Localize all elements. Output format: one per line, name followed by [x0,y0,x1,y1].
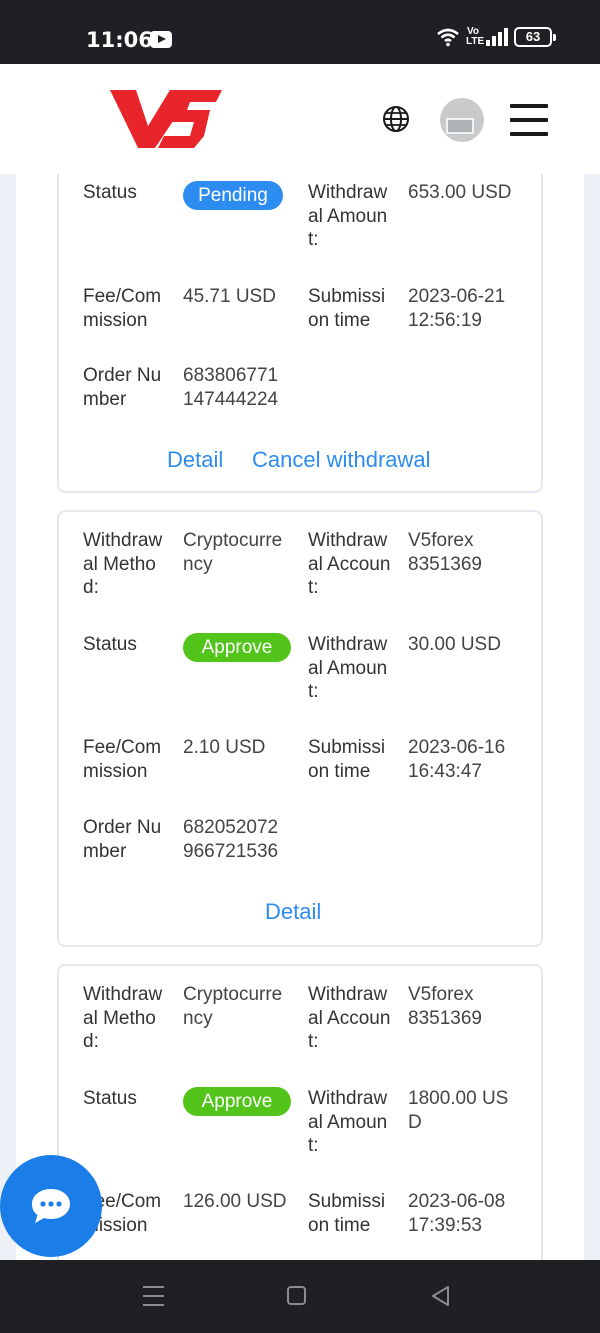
withdrawal-amount-label: Withdraw al Amoun t: [308,634,388,702]
language-button[interactable] [382,105,410,138]
fee-value: 45.71 USD [183,286,276,307]
globe-icon [383,106,409,132]
withdrawal-amount-value: 1800.00 US D [408,1088,509,1133]
withdrawal-account-label: Withdraw al Accoun t: [308,530,391,598]
withdrawal-account-value: V5forex 8351369 [408,530,482,575]
order-number-value: 683806771 147444224 [183,365,279,410]
battery-level: 63 [525,29,541,44]
cancel-withdrawal-link[interactable]: Cancel withdrawal [252,447,431,473]
fee-value: 2.10 USD [183,737,266,758]
status-badge: Approve [183,633,291,662]
avatar-placeholder-image [446,118,474,134]
detail-link[interactable]: Detail [167,447,223,473]
hamburger-menu-icon[interactable] [510,104,548,136]
home-button[interactable] [287,1286,306,1305]
wifi-icon [437,28,459,47]
withdrawal-account-label: Withdraw al Accoun t: [308,984,391,1052]
chat-button[interactable] [0,1155,102,1257]
withdrawal-record-card: Withdraw al Metho d: Cryptocurre ncy Wit… [57,510,543,947]
submission-time-value: 2023-06-08 17:39:53 [408,1191,506,1236]
volte-indicator: Vo LTE [466,26,485,47]
user-avatar[interactable] [440,98,484,142]
clock: 11:06 [86,28,153,52]
detail-link[interactable]: Detail [265,899,321,925]
withdrawal-amount-label: Withdraw al Amoun t: [308,182,388,250]
app-header [0,64,600,174]
withdrawal-method-value: Cryptocurre ncy [183,530,283,575]
withdrawal-method-label: Withdraw al Metho d: [83,530,163,598]
system-navigation-bar [0,1260,600,1333]
submission-time-label: Submissi on time [308,737,386,782]
back-button[interactable] [430,1285,450,1312]
v5-logo[interactable] [110,86,222,157]
fee-value: 126.00 USD [183,1191,287,1212]
withdrawal-records: Status Pending Withdraw al Amoun t: 653.… [16,174,584,1260]
submission-time-value: 2023-06-16 16:43:47 [408,737,506,782]
status-label: Status [83,1088,137,1109]
signal-icon [486,28,508,46]
withdrawal-record-card: Withdraw al Metho d: Cryptocurre ncy Wit… [57,964,543,1260]
chat-icon [32,1189,70,1223]
v5-logo-icon [110,90,222,148]
withdrawal-account-value: V5forex 8351369 [408,984,482,1029]
withdrawal-record-card: Status Pending Withdraw al Amoun t: 653.… [57,174,543,493]
status-label: Status [83,182,137,203]
status-bar: 11:06 Vo LTE 63 [0,0,600,64]
status-icons: Vo LTE 63 [436,26,556,47]
fee-label: Fee/Com mission [83,286,162,331]
withdrawal-amount-value: 653.00 USD [408,182,512,203]
withdrawal-amount-label: Withdraw al Amoun t: [308,1088,388,1156]
withdrawal-method-label: Withdraw al Metho d: [83,984,163,1052]
status-badge: Approve [183,1087,291,1116]
status-badge: Pending [183,181,283,210]
battery-icon: 63 [514,27,556,47]
submission-time-value: 2023-06-21 12:56:19 [408,286,506,331]
recent-apps-button[interactable] [143,1286,164,1306]
submission-time-label: Submissi on time [308,286,386,331]
order-number-label: Order Nu mber [83,365,162,410]
order-number-value: 682052072 966721536 [183,817,279,862]
youtube-notification-icon [150,31,172,48]
submission-time-label: Submissi on time [308,1191,386,1236]
withdrawal-amount-value: 30.00 USD [408,634,501,655]
back-triangle-icon [432,1286,449,1306]
status-label: Status [83,634,137,655]
order-number-label: Order Nu mber [83,817,162,862]
fee-label: Fee/Com mission [83,737,162,782]
withdrawal-method-value: Cryptocurre ncy [183,984,283,1029]
